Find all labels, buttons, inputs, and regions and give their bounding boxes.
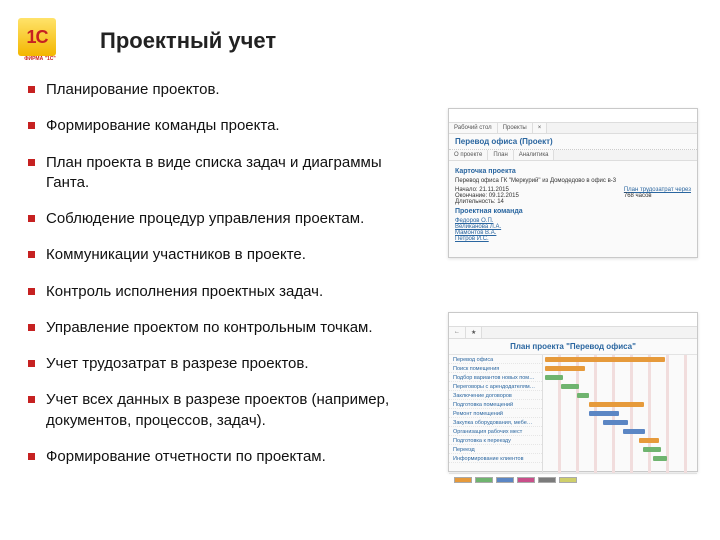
gantt-bar — [589, 402, 644, 407]
mock-titlebar — [449, 109, 697, 123]
gantt-bar — [653, 456, 667, 461]
gantt-task: Подготовка к переезду — [449, 436, 542, 445]
mock-text: 768 часов — [624, 193, 691, 199]
legend-swatch — [538, 477, 556, 483]
mock-heading: Перевод офиса (Проект) — [449, 134, 697, 150]
gantt-legend — [449, 473, 697, 486]
gantt-task: Перевод офиса — [449, 355, 542, 364]
gantt-task: Закупка оборудования, мебе… — [449, 418, 542, 427]
gantt-task: Информирование клиентов — [449, 454, 542, 463]
mock-toolbar: ← ★ — [449, 327, 697, 339]
gantt-task: Подбор вариантов новых пом… — [449, 373, 542, 382]
list-item: Формирование команды проекта. — [28, 116, 418, 136]
list-item: Формирование отчетности по проектам. — [28, 447, 418, 467]
screenshot-gantt: ← ★ План проекта "Перевод офиса" Перевод… — [448, 312, 698, 472]
mock-titlebar — [449, 313, 697, 327]
mock-heading: План проекта "Перевод офиса" — [449, 339, 697, 355]
screenshot-project-card: Рабочий стол Проекты × Перевод офиса (Пр… — [448, 108, 698, 258]
gantt-bar — [545, 375, 563, 380]
logo: 1С ФИРМА "1С" — [18, 18, 62, 62]
list-item: Учет трудозатрат в разрезе проектов. — [28, 354, 418, 374]
gantt-bar — [589, 411, 619, 416]
gantt-task-list: Перевод офиса Поиск помещения Подбор вар… — [449, 355, 543, 473]
gantt-bar — [643, 447, 661, 452]
mock-tab: План — [488, 150, 513, 160]
logo-badge: 1С — [18, 18, 56, 56]
legend-swatch — [559, 477, 577, 483]
mock-body: Карточка проекта Перевод офиса ГК "Мерку… — [449, 161, 697, 246]
mock-subtabs: О проекте План Аналитика — [449, 150, 697, 161]
logo-text: 1С — [26, 27, 47, 48]
gantt-task: Переговоры с арендодателям… — [449, 382, 542, 391]
legend-swatch — [517, 477, 535, 483]
gantt-chart — [543, 355, 697, 473]
logo-subtext: ФИРМА "1С" — [18, 56, 62, 62]
mock-tab: Проекты — [498, 123, 533, 133]
gantt-task: Подготовка помещений — [449, 400, 542, 409]
gantt-task: Организация рабочих мест — [449, 427, 542, 436]
list-item: Контроль исполнения проектных задач. — [28, 282, 418, 302]
list-item: Соблюдение процедур управления проектам. — [28, 209, 418, 229]
mock-tab: Аналитика — [514, 150, 555, 160]
list-item: Управление проектом по контрольным точка… — [28, 318, 418, 338]
mock-tab: ★ — [466, 327, 482, 338]
bullet-list: Планирование проектов. Формирование кома… — [28, 80, 418, 483]
gantt-bar — [545, 366, 585, 371]
mock-text: Перевод офиса ГК "Меркурий" из Домодедов… — [455, 178, 691, 184]
mock-tab: О проекте — [449, 150, 488, 160]
mock-section-title: Карточка проекта — [455, 168, 691, 175]
gantt-bar — [639, 438, 659, 443]
list-item: Учет всех данных в разрезе проектов (нап… — [28, 390, 418, 431]
gantt-bar — [561, 384, 579, 389]
legend-swatch — [475, 477, 493, 483]
list-item: План проекта в виде списка задач и диагр… — [28, 153, 418, 194]
legend-swatch — [454, 477, 472, 483]
gantt-bar — [603, 420, 628, 425]
legend-swatch — [496, 477, 514, 483]
gantt-bar — [577, 393, 589, 398]
gantt-task: Поиск помещения — [449, 364, 542, 373]
gantt-area: Перевод офиса Поиск помещения Подбор вар… — [449, 355, 697, 473]
mock-tabs: Рабочий стол Проекты × — [449, 123, 697, 134]
mock-tab: × — [533, 123, 548, 133]
gantt-bar — [623, 429, 645, 434]
list-item: Планирование проектов. — [28, 80, 418, 100]
gantt-task: Переезд — [449, 445, 542, 454]
mock-text: Длительность: 14 — [455, 199, 519, 205]
gantt-task: Ремонт помещений — [449, 409, 542, 418]
mock-tab: ← — [449, 327, 466, 338]
mock-section-title: Проектная команда — [455, 208, 691, 215]
gantt-task: Заключение договоров — [449, 391, 542, 400]
page-title: Проектный учет — [100, 28, 276, 54]
gantt-bar — [545, 357, 665, 362]
list-item: Коммуникации участников в проекте. — [28, 245, 418, 265]
mock-link: Петров И.С. — [455, 236, 691, 242]
mock-tab: Рабочий стол — [449, 123, 498, 133]
